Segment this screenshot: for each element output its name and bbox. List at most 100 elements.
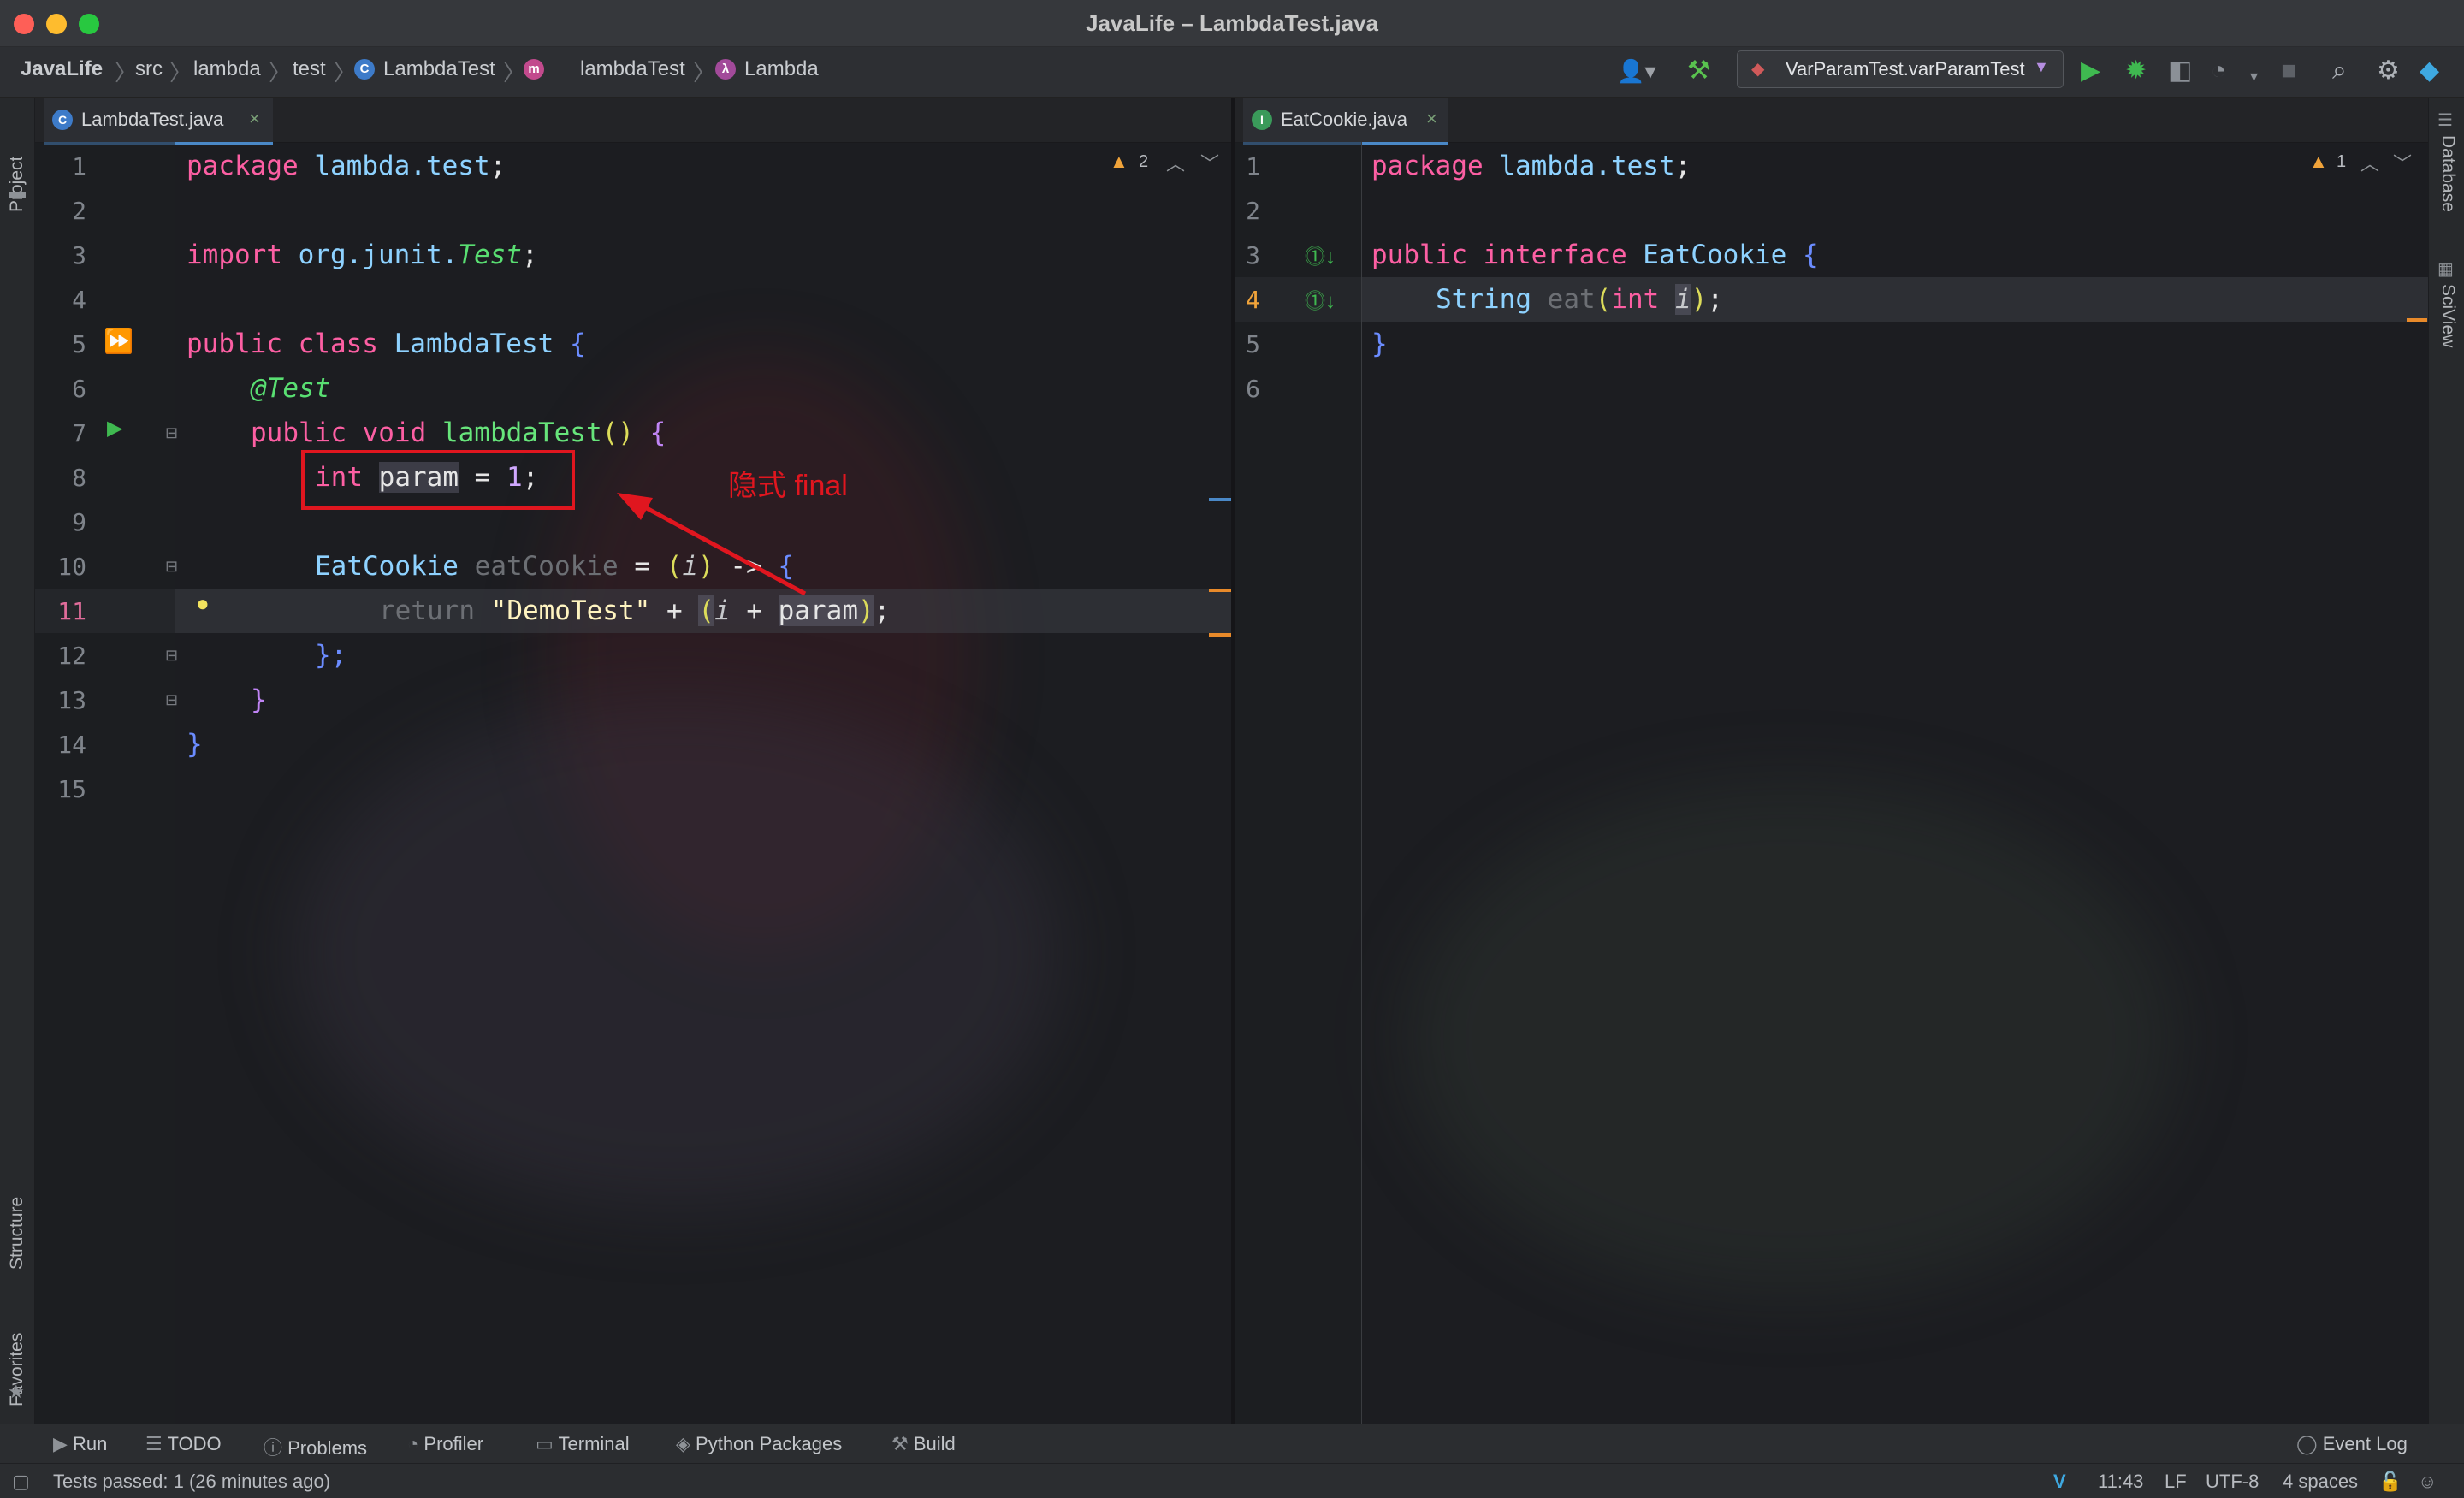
todo-tool-button[interactable]: ☰ TODO <box>145 1433 222 1455</box>
structure-tool-button[interactable]: Structure <box>7 1150 27 1270</box>
line-number: 8 <box>72 464 86 492</box>
scroll-marker <box>1209 498 1231 501</box>
code-line-5: } <box>1371 329 1388 359</box>
toggle-tool-windows-icon[interactable]: ▢ <box>12 1471 30 1493</box>
junit-icon: ◆ <box>1751 60 1765 79</box>
run-test-icon[interactable]: ▶ <box>107 416 122 441</box>
line-number: 5 <box>1246 330 1260 358</box>
status-message[interactable]: Tests passed: 1 (26 minutes ago) <box>53 1471 330 1493</box>
sciview-tool-button[interactable]: SciView <box>2437 284 2458 378</box>
run-icon[interactable]: ▶ <box>2081 56 2100 86</box>
implemented-gutter-icon[interactable]: ⓵↓ <box>1305 240 1336 269</box>
coverage-icon[interactable]: ◧ <box>2168 56 2192 86</box>
fold-icon[interactable]: ⊟ <box>165 691 178 709</box>
close-tab-icon[interactable]: × <box>1426 108 1437 130</box>
debug-icon[interactable]: ✹ <box>2125 56 2147 86</box>
breadcrumb-separator: 〉 <box>115 60 138 86</box>
next-highlight-icon[interactable]: ﹀ <box>2393 149 2412 176</box>
breadcrumb-class[interactable]: LambdaTest <box>383 57 495 81</box>
code-line-3: public interface EatCookie { <box>1371 240 1819 270</box>
tab-label: EatCookie.java <box>1281 109 1407 130</box>
method-icon: m <box>524 59 544 80</box>
code-line-5: public class LambdaTest { <box>187 329 586 359</box>
left-editor-tab-bar: C LambdaTest.java × <box>35 98 1231 145</box>
line-number: 3 <box>72 241 86 269</box>
breadcrumb-lambda-expr[interactable]: Lambda <box>744 57 819 81</box>
close-tab-icon[interactable]: × <box>249 108 260 130</box>
breadcrumb-separator: 〉 <box>693 60 716 86</box>
warning-count: 1 <box>2337 152 2347 171</box>
line-number: 5 <box>72 330 86 358</box>
breadcrumb-test[interactable]: test <box>293 57 326 81</box>
breadcrumb-method[interactable]: lambdaTest <box>580 57 685 81</box>
settings-gear-icon[interactable]: ⚙ <box>2377 56 2400 86</box>
terminal-tool-button[interactable]: ▭ Terminal <box>536 1433 630 1455</box>
lightbulb-icon[interactable]: ● <box>196 590 210 617</box>
run-config-label: VarParamTest.varParamTest <box>1786 58 2025 80</box>
file-encoding[interactable]: UTF-8 <box>2206 1471 2259 1493</box>
run-tool-button[interactable]: ▶ Run <box>53 1433 107 1455</box>
build-tool-button[interactable]: ⚒ Build <box>891 1433 956 1455</box>
line-separator[interactable]: LF <box>2165 1471 2187 1493</box>
line-number: 1 <box>72 152 86 181</box>
breadcrumb-src[interactable]: src <box>135 57 163 81</box>
line-number-current: 11 <box>57 597 86 625</box>
line-number: 4 <box>72 286 86 314</box>
run-configuration-select[interactable]: ◆ VarParamTest.varParamTest ▼ <box>1737 50 2064 88</box>
more-run-options-icon[interactable]: ▾ <box>2250 61 2258 92</box>
next-highlight-icon[interactable]: ﹀ <box>1200 149 1219 176</box>
fold-icon[interactable]: ⊟ <box>165 647 178 665</box>
class-icon: C <box>354 59 375 80</box>
fold-icon[interactable]: ⊟ <box>165 558 178 576</box>
build-hammer-icon[interactable]: ⚒ <box>1687 56 1710 86</box>
scroll-marker <box>1209 633 1231 637</box>
class-file-icon: C <box>52 110 73 130</box>
folder-icon: ▬ <box>9 183 26 202</box>
lock-icon[interactable]: 🔓 <box>2378 1471 2402 1493</box>
line-number: 13 <box>57 686 86 714</box>
fold-icon[interactable]: ⊟ <box>165 424 178 442</box>
caret-position[interactable]: 11:43 <box>2098 1471 2143 1493</box>
line-number-current: 4 <box>1246 286 1260 314</box>
annotation-label: 隐式 final <box>728 470 848 502</box>
line-number: 1 <box>1246 152 1260 181</box>
play-icon: ▶ <box>53 1433 74 1454</box>
previous-highlight-icon[interactable]: ︿ <box>1166 149 1185 176</box>
chevron-down-icon: ▼ <box>2034 58 2049 75</box>
profile-icon[interactable]: ◔ <box>2211 56 2226 86</box>
warning-icon[interactable]: ▲ <box>1110 151 1128 173</box>
profiler-tool-button[interactable]: ◔ Profiler <box>407 1433 483 1455</box>
tab-label: LambdaTest.java <box>81 109 224 130</box>
implemented-gutter-icon[interactable]: ⓵↓ <box>1305 284 1336 314</box>
event-log-tool-button[interactable]: ◯ Event Log <box>2296 1433 2408 1455</box>
lambda-icon: λ <box>715 59 736 80</box>
line-number: 2 <box>72 197 86 225</box>
inspector-icon[interactable]: ☺ <box>2418 1471 2437 1493</box>
breadcrumb-project[interactable]: JavaLife <box>21 57 103 81</box>
vcs-plugin-icon[interactable]: V <box>2053 1471 2066 1493</box>
stop-icon[interactable]: ■ <box>2281 56 2296 86</box>
tab-lambdatest-java[interactable]: C LambdaTest.java × <box>44 98 273 145</box>
problems-tool-button[interactable]: ⓘ Problems <box>264 1433 367 1460</box>
database-tool-button[interactable]: Database <box>2437 135 2458 238</box>
code-line-3: import org.junit.Test; <box>187 240 538 270</box>
indent-setting[interactable]: 4 spaces <box>2283 1471 2358 1493</box>
code-line-1: package lambda.test; <box>1371 151 1691 181</box>
tab-eatcookie-java[interactable]: I EatCookie.java × <box>1243 98 1448 145</box>
interface-file-icon: I <box>1252 110 1272 130</box>
previous-highlight-icon[interactable]: ︿ <box>2360 149 2379 176</box>
vcs-user-icon[interactable]: 👤▾ <box>1617 56 1656 86</box>
line-number: 2 <box>1246 197 1260 225</box>
python-packages-tool-button[interactable]: ◈ Python Packages <box>676 1433 842 1455</box>
scroll-marker <box>1209 589 1231 592</box>
search-icon[interactable]: ⌕ <box>2332 56 2347 86</box>
run-class-icon[interactable]: ⏩ <box>104 327 133 355</box>
plugin-logo-icon[interactable]: ◆ <box>2420 56 2439 86</box>
sciview-icon: ▦ <box>2437 260 2454 279</box>
code-line-1: package lambda.test; <box>187 151 506 181</box>
layers-icon: ◈ <box>676 1433 696 1454</box>
warning-icon[interactable]: ▲ <box>2309 151 2328 173</box>
code-line-6: @Test <box>251 373 331 404</box>
hammer-icon: ⚒ <box>891 1433 914 1454</box>
breadcrumb-lambda[interactable]: lambda <box>193 57 261 81</box>
